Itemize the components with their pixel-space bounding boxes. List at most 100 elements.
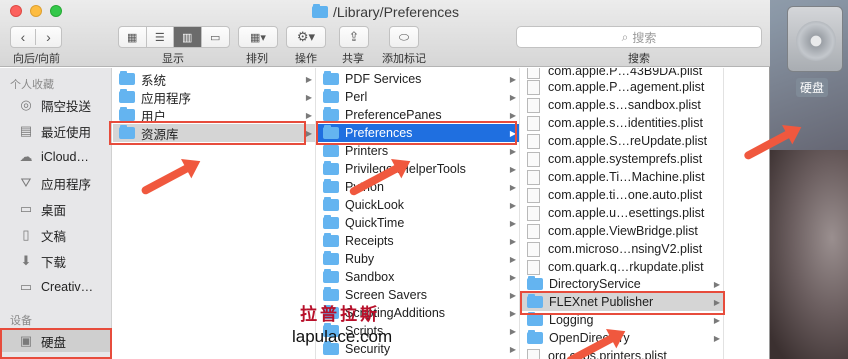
list-item[interactable]: com.apple.systemprefs.plist — [521, 150, 723, 168]
sidebar-item-recents[interactable]: ▤ 最近使用 — [0, 120, 112, 142]
folder-icon — [323, 143, 339, 157]
watermark-cn: 拉普拉斯 — [300, 305, 380, 325]
folder-icon — [323, 107, 339, 121]
view-mode-control: ▦ ☰ ▥ ▭ — [118, 26, 230, 48]
close-button[interactable] — [10, 5, 22, 17]
column-preferences: com.apple.P…43B9DA.plist com.apple.P…age… — [521, 68, 724, 359]
list-item[interactable]: com.apple.S…reUpdate.plist — [521, 132, 723, 150]
gear-icon: ⚙▾ — [296, 29, 316, 44]
sidebar-item-downloads[interactable]: ⬇ 下载 — [0, 250, 112, 272]
list-item[interactable]: com.apple.u…esettings.plist — [521, 204, 723, 222]
file-icon — [527, 68, 540, 79]
minimize-button[interactable] — [30, 5, 42, 17]
chevron-right-icon: ▶ — [509, 200, 516, 210]
zoom-button[interactable] — [50, 5, 62, 17]
list-item[interactable]: com.apple.s…sandbox.plist — [521, 96, 723, 114]
folder-icon — [119, 107, 135, 121]
list-item[interactable]: com.apple.ViewBridge.plist — [521, 222, 723, 240]
sidebar-item-creative[interactable]: ▭ Creativ… — [0, 276, 112, 298]
list-item[interactable]: com.apple.s…identities.plist — [521, 114, 723, 132]
icloud-icon: ☁ — [19, 149, 33, 164]
action-button[interactable]: ⚙▾ — [286, 26, 326, 48]
chevron-right-icon: ▶ — [713, 333, 720, 343]
list-item[interactable]: Ruby ▶ — [317, 250, 519, 268]
chevron-right-icon: ▶ — [509, 146, 516, 156]
forward-button[interactable]: › — [36, 29, 61, 45]
sidebar-item-applications[interactable]: ⛛ 应用程序 — [0, 172, 112, 194]
back-button[interactable]: ‹ — [11, 29, 36, 45]
list-item[interactable]: Receipts ▶ — [317, 232, 519, 250]
list-item[interactable]: Perl ▶ — [317, 88, 519, 106]
icon-view-button[interactable]: ▦ — [119, 27, 147, 47]
list-item[interactable]: 系统 ▶ — [113, 70, 315, 88]
chevron-right-icon: ▶ — [509, 182, 516, 192]
downloads-icon: ⬇ — [20, 253, 32, 268]
chevron-right-icon: ▶ — [305, 92, 312, 102]
folder-icon — [323, 269, 339, 283]
chevron-right-icon: ▶ — [509, 344, 516, 354]
folder-icon — [323, 89, 339, 103]
list-item[interactable]: org.cups.printers.plist — [521, 347, 723, 359]
folder-icon — [527, 330, 543, 344]
toolbar: /Library/Preferences ‹ › 向后/向前 ▦ ☰ ▥ ▭ 显… — [0, 0, 770, 67]
chevron-right-icon: ▶ — [509, 254, 516, 264]
airdrop-icon: ◎ — [20, 97, 32, 112]
file-icon — [527, 169, 540, 185]
desktop-icon: ▭ — [19, 201, 33, 216]
sidebar-item-desktop[interactable]: ▭ 桌面 — [0, 198, 112, 220]
list-item[interactable]: com.quark.q…rkupdate.plist — [521, 258, 723, 276]
folder-icon — [312, 4, 328, 18]
recents-icon: ▤ — [19, 123, 33, 138]
chevron-right-icon: ▶ — [509, 164, 516, 174]
list-view-button[interactable]: ☰ — [147, 27, 174, 47]
search-icon: ⌕ — [621, 29, 629, 44]
file-icon — [527, 133, 540, 149]
gallery-view-button[interactable]: ▭ — [202, 27, 229, 47]
folder-icon — [323, 251, 339, 265]
chevron-right-icon: ▶ — [713, 315, 720, 325]
folder-icon — [323, 215, 339, 229]
list-item[interactable]: com.apple.P…agement.plist — [521, 78, 723, 96]
file-icon — [527, 151, 540, 167]
chevron-right-icon: ▶ — [509, 272, 516, 282]
search-placeholder: 搜索 — [632, 30, 657, 45]
sidebar-item-airdrop[interactable]: ◎ 隔空投送 — [0, 94, 112, 116]
desktop-harddisk-icon[interactable] — [787, 6, 843, 72]
chevron-right-icon: ▶ — [509, 74, 516, 84]
sidebar-item-documents[interactable]: ▯ 文稿 — [0, 224, 112, 246]
list-item[interactable]: PrivilegedHelperTools▶ — [317, 160, 519, 178]
file-icon — [527, 241, 540, 257]
watermark-en: lapulace.com — [292, 327, 393, 346]
folder-icon — [323, 161, 339, 175]
highlight-box-harddisk — [0, 328, 112, 359]
folder-icon — [323, 71, 339, 85]
grid-icon: ▦▾ — [250, 31, 266, 44]
file-icon — [527, 187, 540, 203]
chevron-right-icon: ▶ — [509, 218, 516, 228]
list-item[interactable]: QuickTime ▶ — [317, 214, 519, 232]
chevron-right-icon: ▶ — [509, 308, 516, 318]
desktop-harddisk-label[interactable]: 硬盘 — [796, 78, 829, 97]
list-item[interactable]: PDF Services ▶ — [317, 70, 519, 88]
folder-icon — [119, 89, 135, 103]
search-input[interactable]: ⌕ 搜索 — [516, 26, 762, 48]
list-item[interactable]: 应用程序 ▶ — [113, 88, 315, 106]
highlight-box-preferences — [316, 121, 517, 145]
list-item[interactable]: Sandbox ▶ — [317, 268, 519, 286]
arrange-button[interactable]: ▦▾ — [238, 26, 278, 48]
file-icon — [527, 348, 540, 359]
desktop-wallpaper — [760, 150, 848, 359]
sidebar-item-icloud[interactable]: ☁ iCloud… — [0, 146, 112, 168]
share-icon: ⇪ — [348, 29, 360, 44]
file-icon — [527, 97, 540, 113]
list-item[interactable]: Python▶ — [317, 178, 519, 196]
column-view-button[interactable]: ▥ — [174, 27, 202, 47]
tags-button[interactable]: ⬭ — [389, 26, 419, 48]
chevron-right-icon: ▶ — [509, 236, 516, 246]
chevron-right-icon: ▶ — [509, 110, 516, 120]
list-item[interactable]: QuickLook ▶ — [317, 196, 519, 214]
list-item[interactable]: com.apple.ti…one.auto.plist — [521, 186, 723, 204]
list-item[interactable]: com.apple.Ti…Machine.plist — [521, 168, 723, 186]
share-button[interactable]: ⇪ — [339, 26, 369, 48]
list-item[interactable]: com.microso…nsingV2.plist — [521, 240, 723, 258]
